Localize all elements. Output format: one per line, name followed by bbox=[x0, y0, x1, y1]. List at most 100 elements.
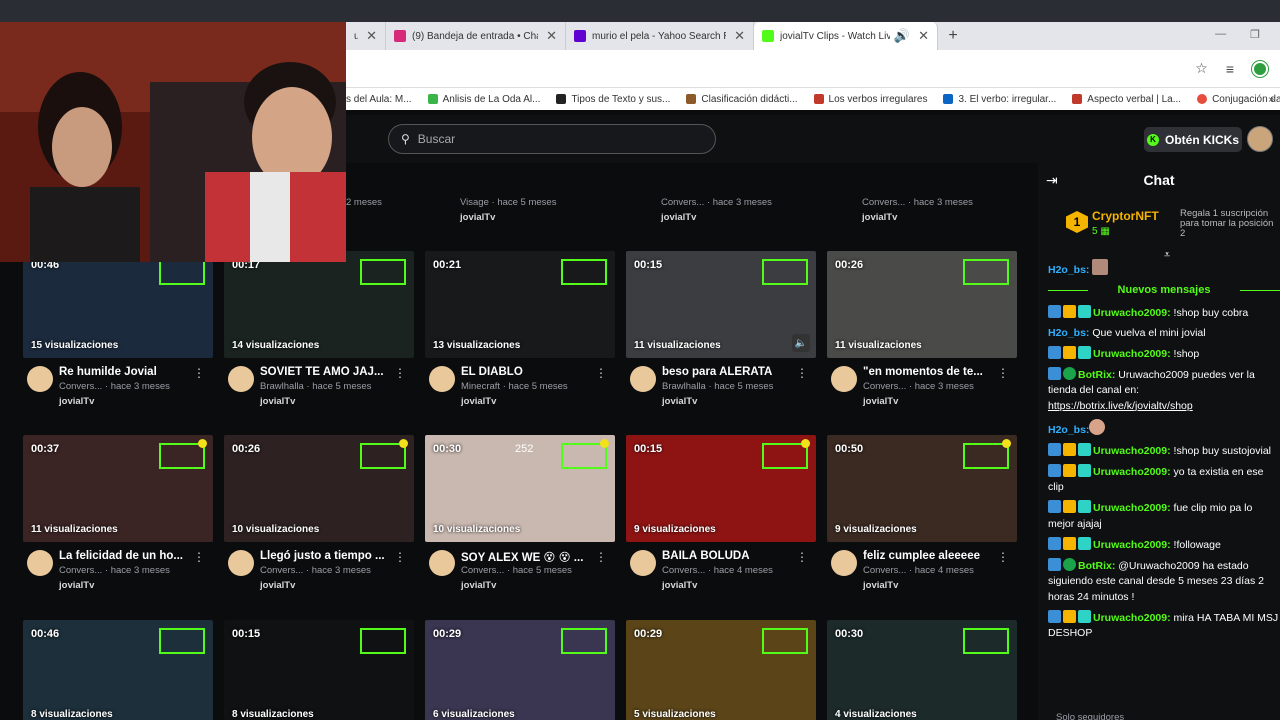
more-options-icon[interactable]: ⋮ bbox=[394, 550, 406, 564]
clip-title[interactable]: Llegó justo a tiempo ... bbox=[260, 550, 400, 562]
clip-title[interactable]: "en momentos de te... bbox=[863, 366, 1003, 378]
bookmark-6[interactable]: 3. El verbo: irregular... bbox=[943, 94, 1056, 105]
clip-thumbnail[interactable]: 00:37 11 visualizaciones bbox=[23, 435, 213, 542]
bookmark-5[interactable]: Los verbos irregulares bbox=[813, 94, 927, 105]
clip-channel[interactable]: jovialTv bbox=[260, 396, 295, 407]
chat-username[interactable]: Uruwacho2009: bbox=[1093, 348, 1171, 360]
clip-card[interactable]: 00:21 13 visualizaciones EL DIABLO Minec… bbox=[425, 251, 615, 418]
close-icon[interactable]: ✕ bbox=[918, 28, 929, 44]
bookmark-3[interactable]: Tipos de Texto y sus... bbox=[556, 94, 670, 105]
channel-avatar[interactable] bbox=[228, 550, 254, 576]
bookmark-2[interactable]: Anlisis de La Oda Al... bbox=[427, 94, 540, 105]
more-options-icon[interactable]: ⋮ bbox=[997, 550, 1009, 564]
chat-username[interactable]: Uruwacho2009: bbox=[1093, 307, 1171, 319]
clip-title[interactable]: SOVIET TE AMO JAJ... bbox=[260, 366, 400, 378]
tab-2[interactable]: (9) Bandeja de entrada • Chats ✕ bbox=[386, 22, 566, 50]
clip-thumbnail[interactable]: 00:26 11 visualizaciones bbox=[827, 251, 1017, 358]
clip-card[interactable]: 00:30 10 visualizaciones 252 SOY ALEX WE … bbox=[425, 435, 615, 602]
chat-username[interactable]: Uruwacho2009: bbox=[1093, 539, 1171, 551]
bookmark-1[interactable]: s del Aula: M... bbox=[346, 94, 412, 105]
more-options-icon[interactable]: ⋮ bbox=[595, 550, 607, 564]
clip-card[interactable]: 00:26 10 visualizaciones Llegó justo a t… bbox=[224, 435, 414, 602]
more-bookmarks-icon[interactable]: » bbox=[1268, 94, 1274, 105]
clip-thumbnail[interactable]: 00:46 15 visualizaciones bbox=[23, 251, 213, 358]
chat-username[interactable]: Uruwacho2009: bbox=[1093, 445, 1171, 457]
more-options-icon[interactable]: ⋮ bbox=[394, 366, 406, 380]
chat-username[interactable]: H2o_bs: bbox=[1048, 424, 1089, 436]
pinned-username[interactable]: CryptorNFT bbox=[1092, 209, 1159, 223]
chat-username[interactable]: Uruwacho2009: bbox=[1093, 502, 1171, 514]
clip-title[interactable]: Re humilde Jovial bbox=[59, 366, 199, 378]
star-icon[interactable]: ☆ bbox=[1195, 60, 1208, 77]
clip-thumbnail[interactable]: 00:30 4 visualizaciones bbox=[827, 620, 1017, 720]
chat-username[interactable]: BotRix: bbox=[1078, 560, 1115, 572]
close-icon[interactable]: ✕ bbox=[366, 28, 377, 44]
close-icon[interactable]: ✕ bbox=[546, 28, 557, 44]
clip-channel[interactable]: jovialTv bbox=[863, 580, 898, 591]
clip-card[interactable]: 00:46 8 visualizaciones bbox=[23, 620, 213, 720]
clip-thumbnail[interactable]: 00:26 10 visualizaciones bbox=[224, 435, 414, 542]
minimize-icon[interactable]: — bbox=[1215, 28, 1226, 41]
channel-avatar[interactable] bbox=[228, 366, 254, 392]
clip-thumbnail[interactable]: 00:29 6 visualizaciones bbox=[425, 620, 615, 720]
clip-thumbnail[interactable]: 00:29 5 visualizaciones bbox=[626, 620, 816, 720]
chat-link[interactable]: https://botrix.live/k/jovialtv/shop bbox=[1048, 400, 1193, 412]
tab-4-active[interactable]: jovialTv Clips - Watch Live o 🔊 ✕ bbox=[754, 22, 938, 50]
channel-avatar[interactable] bbox=[429, 366, 455, 392]
media-control-icon[interactable]: ≡ bbox=[1226, 61, 1234, 77]
clip-thumbnail[interactable]: 00:15 9 visualizaciones bbox=[626, 435, 816, 542]
more-options-icon[interactable]: ⋮ bbox=[193, 366, 205, 380]
clip-channel[interactable]: jovialTv bbox=[59, 396, 94, 407]
more-options-icon[interactable]: ⋮ bbox=[796, 550, 808, 564]
top-row-user[interactable]: jovialTv bbox=[460, 212, 495, 223]
clip-card[interactable]: 00:50 9 visualizaciones feliz cumplee al… bbox=[827, 435, 1017, 602]
top-row-user[interactable]: jovialTv bbox=[862, 212, 897, 223]
channel-avatar[interactable] bbox=[429, 550, 455, 576]
clip-card[interactable]: 00:15 8 visualizaciones bbox=[224, 620, 414, 720]
get-kicks-button[interactable]: K Obtén KICKs bbox=[1144, 127, 1242, 152]
clip-title[interactable]: BAILÁ BOLUDA bbox=[662, 550, 802, 562]
more-options-icon[interactable]: ⋮ bbox=[997, 366, 1009, 380]
clip-card[interactable]: 00:46 15 visualizaciones Re humilde Jovi… bbox=[23, 251, 213, 418]
chat-username[interactable]: Uruwacho2009: bbox=[1093, 612, 1171, 624]
clip-channel[interactable]: jovialTv bbox=[59, 580, 94, 591]
clip-channel[interactable]: jovialTv bbox=[461, 580, 496, 591]
clip-thumbnail[interactable]: 00:46 8 visualizaciones bbox=[23, 620, 213, 720]
more-options-icon[interactable]: ⋮ bbox=[193, 550, 205, 564]
more-options-icon[interactable]: ⋮ bbox=[595, 366, 607, 380]
bookmark-4[interactable]: Clasificación didácti... bbox=[686, 94, 798, 105]
channel-avatar[interactable] bbox=[831, 366, 857, 392]
tab-1[interactable]: ufe ✕ bbox=[346, 22, 386, 50]
user-avatar[interactable] bbox=[1247, 126, 1273, 152]
channel-avatar[interactable] bbox=[831, 550, 857, 576]
clip-thumbnail[interactable]: 00:15 8 visualizaciones bbox=[224, 620, 414, 720]
channel-avatar[interactable] bbox=[630, 550, 656, 576]
clip-card[interactable]: 00:29 6 visualizaciones bbox=[425, 620, 615, 720]
chat-username[interactable]: H2o_bs: bbox=[1048, 327, 1089, 339]
profile-avatar[interactable] bbox=[1252, 60, 1268, 77]
clip-card[interactable]: 00:30 4 visualizaciones bbox=[827, 620, 1017, 720]
search-input[interactable]: ⚲ Buscar bbox=[388, 124, 716, 154]
clip-title[interactable]: EL DIABLO bbox=[461, 366, 601, 378]
clip-card[interactable]: 00:15 11 visualizaciones 🔈 beso para ALER… bbox=[626, 251, 816, 418]
clip-thumbnail[interactable]: 00:21 13 visualizaciones bbox=[425, 251, 615, 358]
chat-username[interactable]: BotRix: bbox=[1078, 369, 1115, 381]
clip-channel[interactable]: jovialTv bbox=[260, 580, 295, 591]
clip-title[interactable]: feliz cumplee aleeeee bbox=[863, 550, 1003, 562]
bookmark-7[interactable]: Aspecto verbal | La... bbox=[1072, 94, 1181, 105]
clip-thumbnail[interactable]: 00:17 14 visualizaciones bbox=[224, 251, 414, 358]
channel-avatar[interactable] bbox=[630, 366, 656, 392]
channel-avatar[interactable] bbox=[27, 366, 53, 392]
chat-username[interactable]: Uruwacho2009: bbox=[1093, 466, 1171, 478]
more-options-icon[interactable]: ⋮ bbox=[796, 366, 808, 380]
chat-username[interactable]: H2o_bs: bbox=[1048, 264, 1089, 276]
mute-icon[interactable]: 🔈 bbox=[792, 334, 810, 352]
clip-card[interactable]: 00:17 14 visualizaciones SOVIET TE AMO J… bbox=[224, 251, 414, 418]
clip-channel[interactable]: jovialTv bbox=[461, 396, 496, 407]
tab-3[interactable]: murio el pela - Yahoo Search Re ✕ bbox=[566, 22, 754, 50]
close-icon[interactable]: ✕ bbox=[734, 28, 745, 44]
clip-title[interactable]: SOY ALEX WE 😵 😵 ... bbox=[461, 550, 601, 564]
clip-card[interactable]: 00:29 5 visualizaciones bbox=[626, 620, 816, 720]
top-row-user[interactable]: jovialTv bbox=[661, 212, 696, 223]
clip-channel[interactable]: jovialTv bbox=[863, 396, 898, 407]
